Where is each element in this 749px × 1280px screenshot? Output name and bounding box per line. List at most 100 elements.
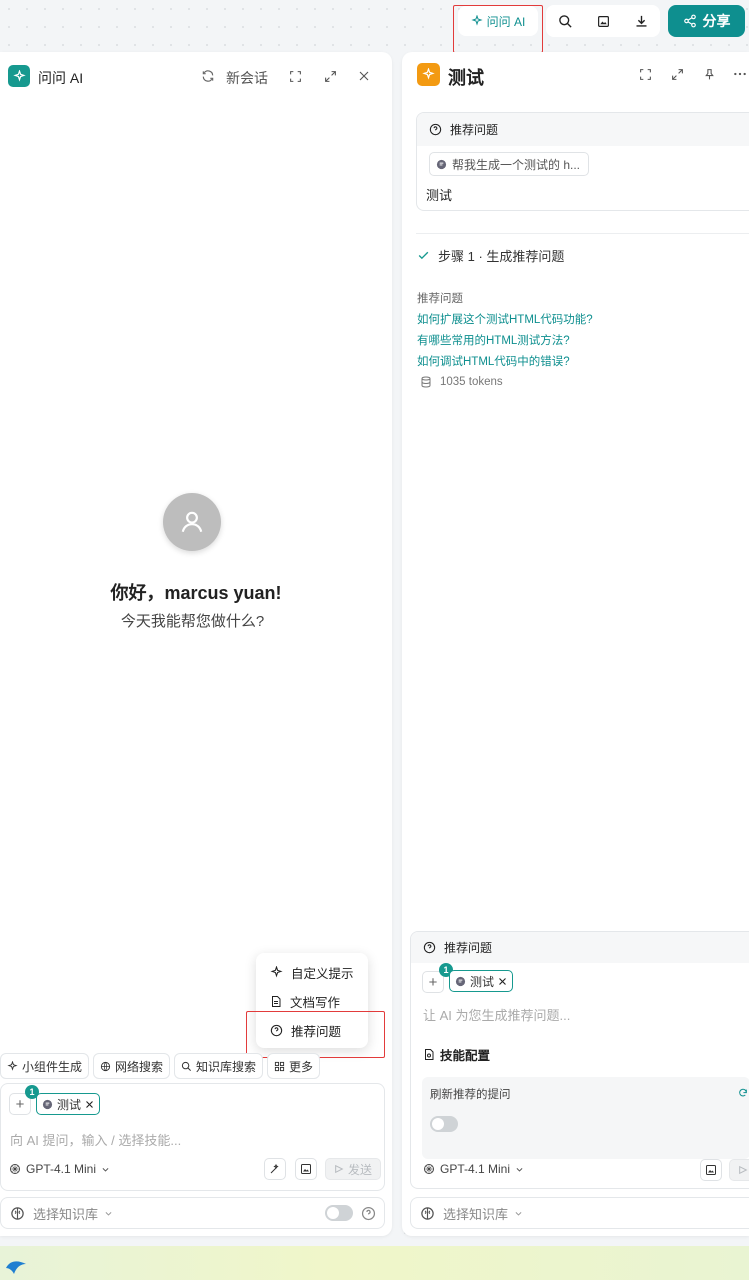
model-label: GPT-4.1 Mini <box>26 1162 97 1176</box>
refresh-toggle[interactable] <box>430 1116 458 1132</box>
sparkle-icon <box>12 69 26 82</box>
step-status[interactable]: 步骤 1 · 生成推荐问题 <box>417 246 564 265</box>
more-icon <box>734 72 746 76</box>
chat-input[interactable]: 向 AI 提问，输入 / 选择技能... <box>10 1130 181 1149</box>
chip-more[interactable]: 更多 <box>267 1053 321 1079</box>
image-icon <box>706 1165 716 1175</box>
pin-button[interactable] <box>699 64 719 84</box>
chip-web-search[interactable]: 网络搜索 <box>93 1053 171 1079</box>
help-circle-icon <box>423 941 436 954</box>
download-button[interactable] <box>629 9 653 33</box>
focus-icon <box>639 68 651 80</box>
knowledge-base-label: 选择知识库 <box>443 1206 509 1222</box>
skill-card-title: 推荐问题 <box>444 941 493 955</box>
knowledge-base-label: 选择知识库 <box>33 1206 99 1222</box>
share-label: 分享 <box>702 13 731 29</box>
image-upload-button[interactable] <box>295 1158 317 1180</box>
taskbar <box>0 1246 749 1280</box>
globe-icon <box>100 1061 111 1071</box>
refresh-icon[interactable] <box>738 1088 748 1098</box>
user-icon <box>181 511 203 533</box>
skill-input-card: 推荐问题 + 1 测试 让 AI 为您生成推荐问题... 技能配置 刷新推荐的提… <box>410 931 749 1189</box>
refresh-button[interactable] <box>198 66 218 86</box>
refresh-setting-label: 刷新推荐的提问 <box>430 1089 511 1101</box>
sparkle-icon <box>270 965 283 977</box>
ask-ai-label: 问问 AI <box>486 14 526 29</box>
knowledge-base-toggle[interactable] <box>325 1205 353 1221</box>
knowledge-base-selector[interactable]: 选择知识库 <box>0 1197 385 1229</box>
knowledge-base-selector[interactable]: 选择知识库 <box>410 1197 749 1229</box>
menu-item-custom-prompt[interactable]: 自定义提示 <box>270 962 354 982</box>
top-toolbar <box>546 5 660 37</box>
search-icon <box>558 14 572 28</box>
recommended-question-link[interactable]: 如何调试HTML代码中的错误? <box>417 353 570 369</box>
menu-item-label: 自定义提示 <box>291 966 354 981</box>
context-chip-label: 测试 <box>57 1097 82 1112</box>
skill-config-header[interactable]: 技能配置 <box>423 1045 490 1064</box>
skill-card-header: 推荐问题 <box>411 932 749 963</box>
model-selector[interactable]: GPT-4.1 Mini <box>423 1162 524 1176</box>
context-chip[interactable]: 测试 <box>449 970 514 992</box>
help-circle-icon <box>429 123 442 136</box>
document-icon <box>272 995 281 1007</box>
help-circle-icon[interactable] <box>361 1206 376 1221</box>
expand-icon <box>324 70 336 82</box>
recommended-question-link[interactable]: 有哪些常用的HTML测试方法? <box>417 332 570 348</box>
close-icon[interactable] <box>498 977 507 986</box>
send-button[interactable] <box>729 1159 749 1181</box>
expand-button[interactable] <box>320 66 340 86</box>
send-button[interactable]: 发送 <box>325 1158 382 1180</box>
greeting-subtitle: 今天我能帮您做什么? <box>120 613 265 630</box>
image-upload-button[interactable] <box>700 1159 722 1181</box>
brain-icon <box>11 1206 24 1220</box>
chat-bubble-icon <box>436 159 447 169</box>
image-button[interactable] <box>591 9 615 33</box>
pin-icon <box>704 68 714 79</box>
menu-item-recommended-questions[interactable]: 推荐问题 <box>270 1020 341 1040</box>
download-icon <box>636 15 646 27</box>
focus-button[interactable] <box>635 64 655 84</box>
ask-ai-button[interactable]: 问问 AI <box>458 6 538 36</box>
app-logo-icon <box>6 1261 26 1274</box>
recommended-label: 推荐问题 <box>417 293 463 305</box>
menu-item-doc-writing[interactable]: 文档写作 <box>270 991 340 1011</box>
model-icon <box>10 1164 20 1174</box>
check-icon <box>418 251 429 260</box>
recommended-question-link[interactable]: 如何扩展这个测试HTML代码功能? <box>417 311 593 327</box>
question-card-header: 推荐问题 <box>417 113 749 146</box>
context-chip[interactable]: 测试 <box>36 1093 101 1115</box>
chevron-down-icon <box>516 1167 523 1172</box>
expand-button[interactable] <box>667 64 687 84</box>
menu-item-label: 推荐问题 <box>291 1024 342 1039</box>
new-chat-button[interactable]: 新会话 <box>226 68 268 88</box>
skill-input[interactable]: 让 AI 为您生成推荐问题... <box>423 1005 570 1024</box>
magic-wand-button[interactable] <box>264 1158 286 1180</box>
chat-bubble-icon <box>42 1099 53 1109</box>
search-button[interactable] <box>553 9 577 33</box>
share-button[interactable]: 分享 <box>668 5 745 37</box>
panel-title: 问问 AI <box>38 70 84 86</box>
close-icon <box>359 71 369 81</box>
focus-icon <box>289 70 301 82</box>
chip-label: 知识库搜索 <box>196 1059 257 1074</box>
send-icon <box>335 1164 344 1174</box>
refresh-questions-setting: 刷新推荐的提问 <box>422 1077 749 1159</box>
chip-label: 小组件生成 <box>22 1059 83 1074</box>
query-pill[interactable]: 帮我生成一个测试的 h... <box>429 152 590 176</box>
close-button[interactable] <box>354 66 374 86</box>
model-selector[interactable]: GPT-4.1 Mini <box>9 1162 110 1176</box>
ask-ai-logo <box>8 65 30 87</box>
divider <box>416 233 749 234</box>
more-button[interactable] <box>730 64 749 84</box>
image-icon <box>597 15 609 27</box>
chip-knowledge-search[interactable]: 知识库搜索 <box>174 1053 264 1079</box>
search-icon <box>181 1061 192 1071</box>
send-label: 发送 <box>348 1162 373 1177</box>
chip-widget-generation[interactable]: 小组件生成 <box>0 1053 90 1079</box>
skill-config-label: 技能配置 <box>440 1049 491 1063</box>
close-icon[interactable] <box>85 1100 94 1109</box>
token-count: 1035 tokens <box>440 376 503 388</box>
menu-item-label: 文档写作 <box>290 995 341 1010</box>
magic-wand-icon <box>270 1163 279 1174</box>
focus-button[interactable] <box>285 66 305 86</box>
